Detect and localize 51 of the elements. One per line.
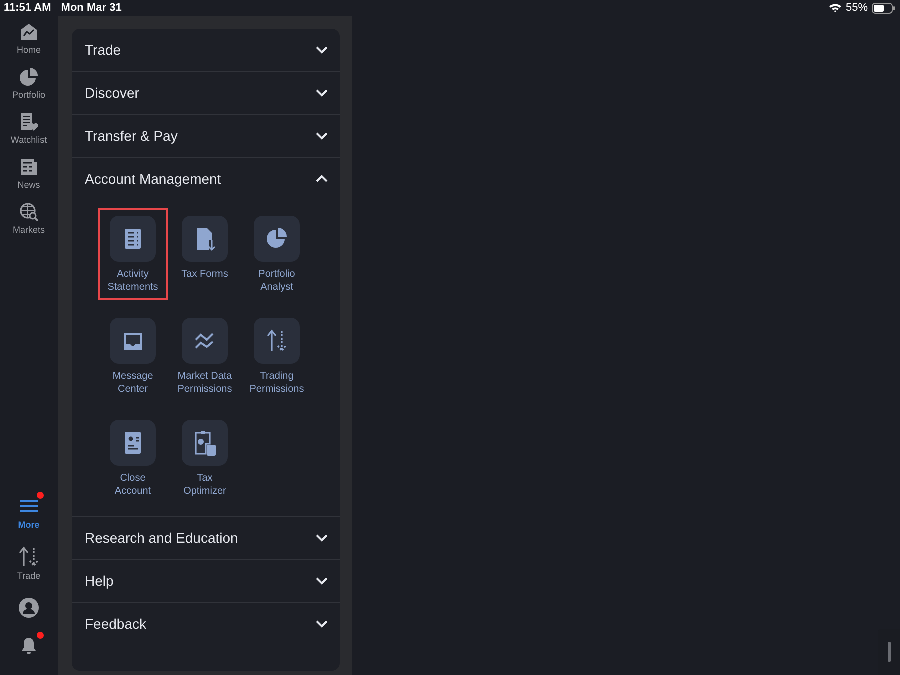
- up-down-arrows-icon: [18, 546, 40, 568]
- menu-tile[interactable]: Market Data Permissions: [170, 310, 240, 402]
- section-header[interactable]: Feedback: [72, 603, 340, 645]
- nav-item[interactable]: Markets: [8, 200, 49, 237]
- menu-tile[interactable]: Activity Statements: [98, 208, 168, 300]
- notification-dot: [37, 632, 44, 639]
- section-header[interactable]: Transfer & Pay: [72, 115, 340, 157]
- document-list-icon: [110, 216, 156, 262]
- nav-item[interactable]: Portfolio: [8, 65, 50, 102]
- nav-item[interactable]: Trade: [13, 544, 45, 583]
- news-icon: [18, 157, 39, 177]
- document-download-icon: [182, 216, 228, 262]
- section-header[interactable]: Trade: [72, 29, 340, 71]
- home-icon: [18, 22, 39, 42]
- chevron-icon: [316, 132, 328, 140]
- section-header[interactable]: Account Management: [72, 158, 340, 200]
- up-down-arrows-icon: [254, 318, 300, 364]
- inbox-icon: [110, 318, 156, 364]
- line-chart-icon: [182, 318, 228, 364]
- menu-tile[interactable]: Tax Forms: [170, 208, 240, 300]
- status-date: Mon Mar 31: [61, 2, 122, 14]
- clipboard-calculator-icon: [182, 420, 228, 466]
- id-card-icon: [110, 420, 156, 466]
- menu-tile[interactable]: Close Account: [98, 412, 168, 504]
- watchlist-icon: [18, 112, 39, 132]
- chevron-icon: [316, 577, 328, 585]
- menu-tile[interactable]: Portfolio Analyst: [242, 208, 312, 300]
- portfolio-icon: [19, 67, 39, 87]
- chevron-icon: [316, 175, 328, 183]
- wifi-icon: [828, 3, 842, 13]
- menu-tile[interactable]: Tax Optimizer: [170, 412, 240, 504]
- avatar-icon: [18, 597, 40, 619]
- notification-dot: [37, 492, 44, 499]
- battery-percentage: 55%: [846, 2, 868, 14]
- nav-item[interactable]: Home: [12, 20, 45, 57]
- nav-item[interactable]: News: [14, 155, 44, 192]
- chevron-icon: [316, 534, 328, 542]
- section-header[interactable]: Help: [72, 560, 340, 602]
- chevron-icon: [316, 46, 328, 54]
- nav-item[interactable]: More: [14, 493, 44, 532]
- menu-tile[interactable]: Trading Permissions: [242, 310, 312, 402]
- section-header[interactable]: Research and Education: [72, 517, 340, 559]
- chevron-icon: [316, 620, 328, 628]
- pie-chart-icon: [254, 216, 300, 262]
- chevron-icon: [316, 89, 328, 97]
- nav-item[interactable]: Watchlist: [6, 110, 52, 147]
- menu-tile[interactable]: Message Center: [98, 310, 168, 402]
- status-time: 11:51 AM: [4, 2, 52, 14]
- markets-icon: [18, 202, 39, 222]
- section-header[interactable]: Discover: [72, 72, 340, 114]
- battery-icon: [872, 2, 896, 14]
